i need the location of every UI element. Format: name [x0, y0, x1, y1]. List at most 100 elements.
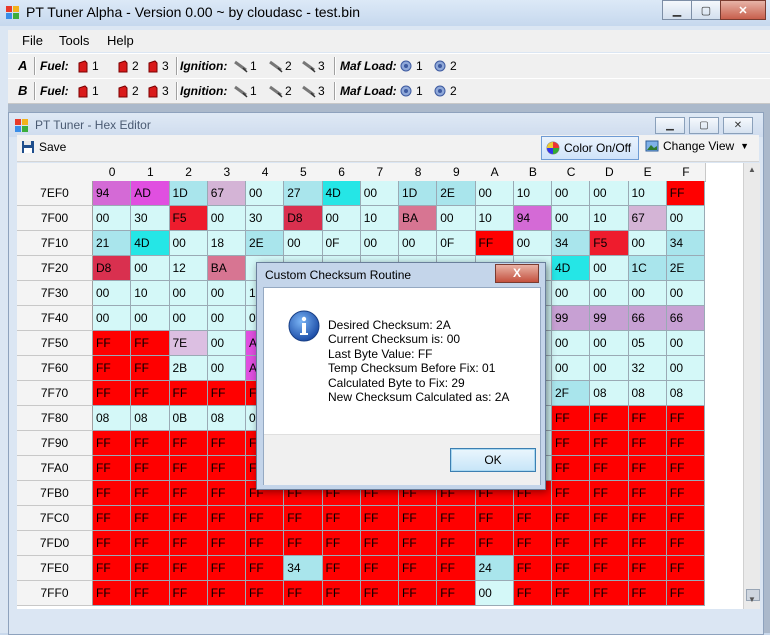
hex-cell[interactable]: FF	[666, 456, 705, 481]
hex-cell[interactable]: 00	[590, 256, 629, 281]
hex-cell[interactable]: 00	[552, 206, 591, 231]
hex-cell[interactable]: 2F	[552, 381, 591, 406]
menu-file[interactable]: File	[22, 33, 43, 48]
hex-cell[interactable]: FF	[360, 581, 399, 606]
hex-cell[interactable]: 10	[513, 181, 552, 206]
hex-cell[interactable]: 00	[628, 281, 667, 306]
hex-cell[interactable]: FF	[513, 556, 552, 581]
hex-cell[interactable]: FF	[590, 406, 629, 431]
hex-cell[interactable]: FF	[93, 481, 132, 506]
hex-cell[interactable]: FF	[93, 331, 132, 356]
hex-cell[interactable]: FF	[93, 431, 132, 456]
hex-cell[interactable]: 00	[590, 281, 629, 306]
hex-cell[interactable]: FF	[399, 556, 438, 581]
hex-cell[interactable]: FF	[131, 481, 170, 506]
hex-cell[interactable]: 18	[207, 231, 246, 256]
hex-cell[interactable]: FF	[513, 531, 552, 556]
hex-cell[interactable]: 00	[207, 206, 246, 231]
hex-cell[interactable]: 08	[207, 406, 246, 431]
maximize-button[interactable]: ▢	[691, 0, 721, 20]
hex-cell[interactable]: 2E	[246, 231, 285, 256]
hex-cell[interactable]: FF	[93, 506, 132, 531]
hex-cell[interactable]: FF	[131, 531, 170, 556]
hex-cell[interactable]: 34	[552, 231, 591, 256]
ignition-map-button-2[interactable]: 2	[269, 83, 292, 99]
dialog-close-button[interactable]: X	[495, 264, 539, 283]
fuel-map-button-2[interactable]: 2	[116, 83, 139, 99]
hex-cell[interactable]: FF	[207, 381, 246, 406]
change-view-button[interactable]: Change View ▼	[645, 139, 749, 153]
color-toggle-button[interactable]: Color On/Off	[541, 136, 639, 160]
hex-cell[interactable]: 05	[628, 331, 667, 356]
hex-cell[interactable]: FF	[475, 231, 514, 256]
hex-cell[interactable]: FF	[666, 406, 705, 431]
hex-cell[interactable]: 00	[246, 181, 285, 206]
hex-cell[interactable]: 0F	[437, 231, 476, 256]
hex-cell[interactable]: FF	[666, 481, 705, 506]
hex-cell[interactable]: 66	[666, 306, 705, 331]
hex-cell[interactable]: 00	[666, 356, 705, 381]
hex-cell[interactable]: FF	[169, 481, 208, 506]
hex-cell[interactable]: 00	[360, 231, 399, 256]
hex-cell[interactable]: 00	[475, 181, 514, 206]
hex-cell[interactable]: FF	[552, 406, 591, 431]
hex-cell[interactable]: FF	[207, 531, 246, 556]
ok-button[interactable]: OK	[450, 448, 536, 472]
hex-cell[interactable]: FF	[437, 556, 476, 581]
hex-cell[interactable]: 24	[475, 556, 514, 581]
hex-cell[interactable]: FF	[207, 456, 246, 481]
ignition-map-button-1[interactable]: 1	[234, 83, 257, 99]
hex-cell[interactable]: FF	[169, 531, 208, 556]
hex-cell[interactable]: F5	[169, 206, 208, 231]
hex-cell[interactable]: FF	[322, 506, 361, 531]
ignition-map-button-2[interactable]: 2	[269, 58, 292, 74]
hex-cell[interactable]: FF	[590, 481, 629, 506]
hex-cell[interactable]: 00	[93, 281, 132, 306]
fuel-map-button-2[interactable]: 2	[116, 58, 139, 74]
hex-cell[interactable]: 34	[666, 231, 705, 256]
hex-cell[interactable]: FF	[131, 431, 170, 456]
hex-cell[interactable]: 10	[131, 281, 170, 306]
hex-cell[interactable]: 08	[628, 381, 667, 406]
hex-cell[interactable]: 99	[590, 306, 629, 331]
hex-cell[interactable]: 4D	[552, 256, 591, 281]
hex-cell[interactable]: 00	[628, 231, 667, 256]
hex-cell[interactable]: 2E	[666, 256, 705, 281]
hex-cell[interactable]: FF	[399, 531, 438, 556]
hex-cell[interactable]: FF	[322, 531, 361, 556]
hex-cell[interactable]: FF	[93, 556, 132, 581]
maf-load-button-1[interactable]: 1	[400, 83, 423, 99]
hex-cell[interactable]: FF	[475, 531, 514, 556]
hex-cell[interactable]: 34	[284, 556, 323, 581]
hex-cell[interactable]: 30	[246, 206, 285, 231]
hex-cell[interactable]: 00	[513, 231, 552, 256]
hex-cell[interactable]: 00	[590, 181, 629, 206]
hex-cell[interactable]: D8	[284, 206, 323, 231]
hex-cell[interactable]: FF	[437, 506, 476, 531]
hex-cell[interactable]: FF	[131, 506, 170, 531]
hex-cell[interactable]: FF	[207, 431, 246, 456]
hex-cell[interactable]: FF	[628, 556, 667, 581]
hex-cell[interactable]: 00	[666, 331, 705, 356]
hex-cell[interactable]: FF	[628, 406, 667, 431]
hex-cell[interactable]: 08	[93, 406, 132, 431]
hex-cell[interactable]: 00	[169, 231, 208, 256]
hex-cell[interactable]: FF	[246, 556, 285, 581]
hex-cell[interactable]: 67	[207, 181, 246, 206]
maf-load-button-2[interactable]: 2	[434, 58, 457, 74]
hex-cell[interactable]: FF	[399, 581, 438, 606]
ignition-map-button-3[interactable]: 3	[302, 58, 325, 74]
maf-load-button-1[interactable]: 1	[400, 58, 423, 74]
hex-cell[interactable]: 7E	[169, 331, 208, 356]
hex-cell[interactable]: 00	[131, 256, 170, 281]
hex-cell[interactable]: FF	[666, 431, 705, 456]
hex-cell[interactable]: FF	[284, 531, 323, 556]
hex-cell[interactable]: 94	[513, 206, 552, 231]
hex-cell[interactable]: 08	[131, 406, 170, 431]
hex-cell[interactable]: FF	[284, 581, 323, 606]
hex-cell[interactable]: FF	[628, 531, 667, 556]
hex-cell[interactable]: FF	[93, 356, 132, 381]
scroll-up-icon[interactable]: ▲	[746, 165, 758, 177]
hex-cell[interactable]: 1D	[399, 181, 438, 206]
hex-cell[interactable]: FF	[552, 531, 591, 556]
